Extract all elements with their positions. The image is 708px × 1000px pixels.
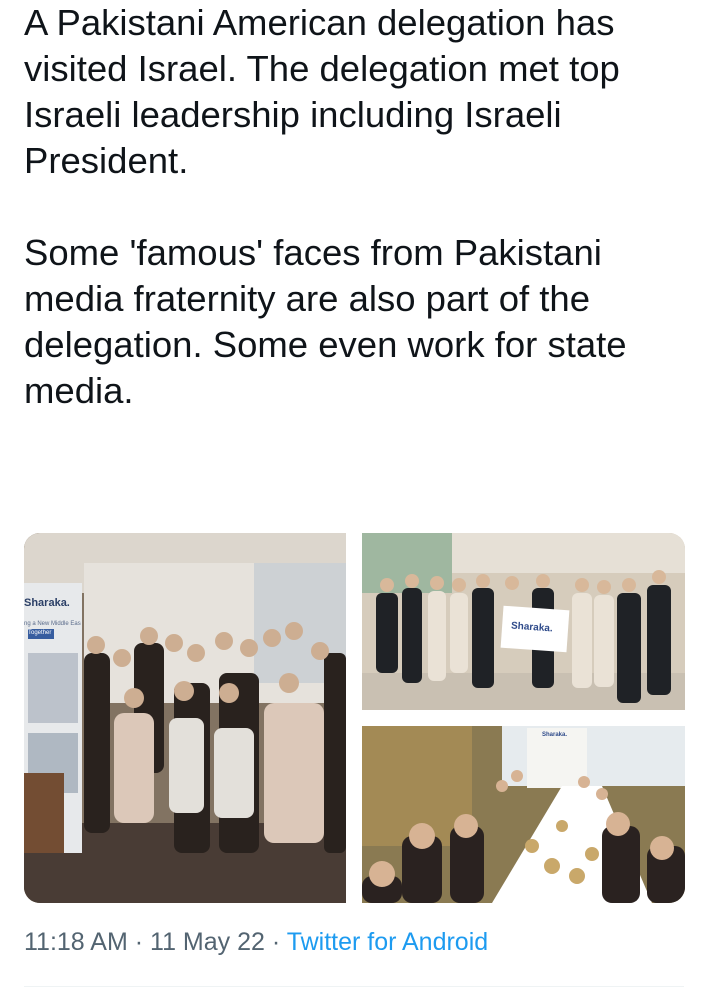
media-grid: Sharaka. ng a New Middle Eas Together Sh… [24, 533, 685, 903]
photo-1-banner-tag: Together [28, 630, 52, 636]
photo-group-standing[interactable]: Sharaka. [362, 533, 685, 710]
photo-group-seated-image [24, 533, 346, 903]
photo-1-banner-subtitle: ng a New Middle Eas [24, 621, 81, 627]
meta-separator-1: · [134, 928, 144, 956]
meta-separator-2: · [271, 928, 281, 956]
photo-dinner-table-image [362, 726, 685, 903]
tweet-meta: 11:18 AM · 11 May 22 · Twitter for Andro… [24, 928, 488, 957]
tweet-date[interactable]: 11 May 22 [150, 928, 265, 956]
tweet-text-paragraph-2: Some 'famous' faces from Pakistani media… [24, 232, 627, 411]
photo-dinner-table[interactable]: Sharaka. [362, 726, 685, 903]
tweet-text-paragraph-1: A Pakistani American delegation has visi… [24, 2, 620, 181]
photo-group-seated[interactable]: Sharaka. ng a New Middle Eas Together [24, 533, 346, 903]
tweet-source-link[interactable]: Twitter for Android [287, 928, 488, 956]
divider [24, 986, 684, 987]
tweet-text: A Pakistani American delegation has visi… [24, 0, 684, 414]
photo-3-banner-title: Sharaka. [542, 732, 568, 738]
tweet-time[interactable]: 11:18 AM [24, 928, 128, 956]
photo-1-banner-title: Sharaka. [24, 597, 70, 609]
